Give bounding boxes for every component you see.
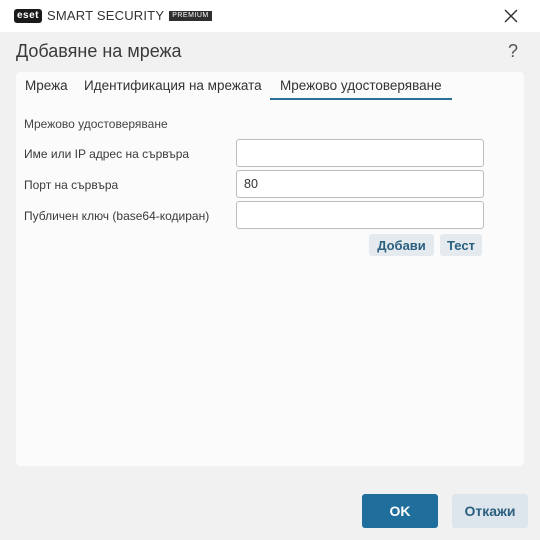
- dialog-window: eset SMART SECURITY PREMIUM Добавяне на …: [0, 0, 540, 540]
- close-button[interactable]: [502, 7, 520, 25]
- add-button[interactable]: Добави: [369, 234, 434, 256]
- public-key-label: Публичен ключ (base64-кодиран): [24, 209, 210, 223]
- edition-badge: PREMIUM: [169, 10, 212, 21]
- cancel-button[interactable]: Откажи: [452, 494, 528, 528]
- eset-logo: eset SMART SECURITY PREMIUM: [14, 8, 212, 23]
- public-key-input[interactable]: [236, 201, 484, 229]
- server-address-label: Име или IP адрес на сървъра: [24, 147, 190, 161]
- content-panel: Мрежа Идентификация на мрежата Мрежово у…: [16, 72, 524, 466]
- product-name: SMART SECURITY: [47, 8, 165, 23]
- test-button[interactable]: Тест: [440, 234, 482, 256]
- brand-badge: eset: [14, 8, 43, 23]
- tab-network-authentication[interactable]: Мрежово удостоверяване: [270, 78, 452, 100]
- server-address-input[interactable]: [236, 139, 484, 167]
- server-port-input[interactable]: [236, 170, 484, 198]
- tab-network[interactable]: Мрежа: [25, 78, 68, 100]
- server-port-label: Порт на сървъра: [24, 178, 119, 192]
- tab-bar: Мрежа Идентификация на мрежата Мрежово у…: [16, 72, 524, 100]
- section-heading: Мрежово удостоверяване: [24, 117, 168, 131]
- close-icon: [504, 9, 518, 23]
- help-button[interactable]: ?: [508, 41, 518, 62]
- dialog-title: Добавяне на мрежа: [16, 41, 182, 61]
- tab-network-identification[interactable]: Идентификация на мрежата: [84, 78, 262, 100]
- ok-button[interactable]: OK: [362, 494, 438, 528]
- title-bar: eset SMART SECURITY PREMIUM: [0, 0, 540, 32]
